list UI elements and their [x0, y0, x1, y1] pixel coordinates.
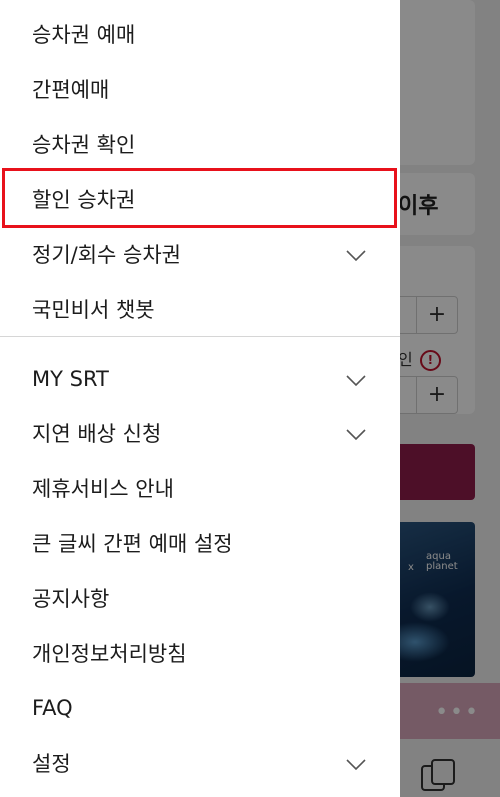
menu-item-my-srt[interactable]: MY SRT: [0, 351, 400, 406]
chevron-down-icon: [346, 374, 366, 386]
menu-item-ticket-reservation[interactable]: 승차권 예매: [0, 6, 400, 61]
menu-item-label: 승차권 예매: [32, 22, 136, 47]
menu-item-quick-reservation[interactable]: 간편예매: [0, 61, 400, 116]
menu-item-label: 제휴서비스 안내: [32, 476, 174, 501]
menu-item-label: 정기/회수 승차권: [32, 242, 181, 267]
menu-item-chatbot[interactable]: 국민비서 챗봇: [0, 281, 400, 336]
chevron-down-icon: [346, 249, 366, 261]
menu-item-label: 할인 승차권: [32, 187, 136, 212]
chevron-down-icon: [346, 758, 366, 770]
menu-item-label: 설정: [32, 751, 71, 776]
menu-item-label: 승차권 확인: [32, 132, 136, 157]
menu-item-privacy-policy[interactable]: 개인정보처리방침: [0, 625, 400, 680]
menu-item-delay-compensation[interactable]: 지연 배상 신청: [0, 405, 400, 460]
menu-item-label: 지연 배상 신청: [32, 421, 162, 446]
menu-item-partner-services[interactable]: 제휴서비스 안내: [0, 460, 400, 515]
menu-item-label: 공지사항: [32, 586, 110, 611]
side-drawer-menu: 승차권 예매 간편예매 승차권 확인 할인 승차권 정기/회수 승차권 국민비서…: [0, 0, 400, 797]
menu-item-ticket-check[interactable]: 승차권 확인: [0, 116, 400, 171]
menu-item-settings[interactable]: 설정: [0, 735, 400, 790]
menu-divider: [0, 336, 400, 337]
chevron-down-icon: [346, 428, 366, 440]
menu-item-label: MY SRT: [32, 366, 109, 391]
menu-item-faq[interactable]: FAQ: [0, 680, 400, 735]
menu-item-label: 간편예매: [32, 77, 110, 102]
menu-item-notices[interactable]: 공지사항: [0, 570, 400, 625]
menu-item-label: 큰 글씨 간편 예매 설정: [32, 531, 233, 556]
menu-item-label: FAQ: [32, 695, 73, 720]
menu-item-discount-ticket[interactable]: 할인 승차권: [0, 171, 400, 226]
menu-item-label: 국민비서 챗봇: [32, 297, 155, 322]
menu-item-label: 개인정보처리방침: [32, 641, 187, 666]
menu-item-large-font-setting[interactable]: 큰 글씨 간편 예매 설정: [0, 515, 400, 570]
menu-item-season-ticket[interactable]: 정기/회수 승차권: [0, 226, 400, 281]
